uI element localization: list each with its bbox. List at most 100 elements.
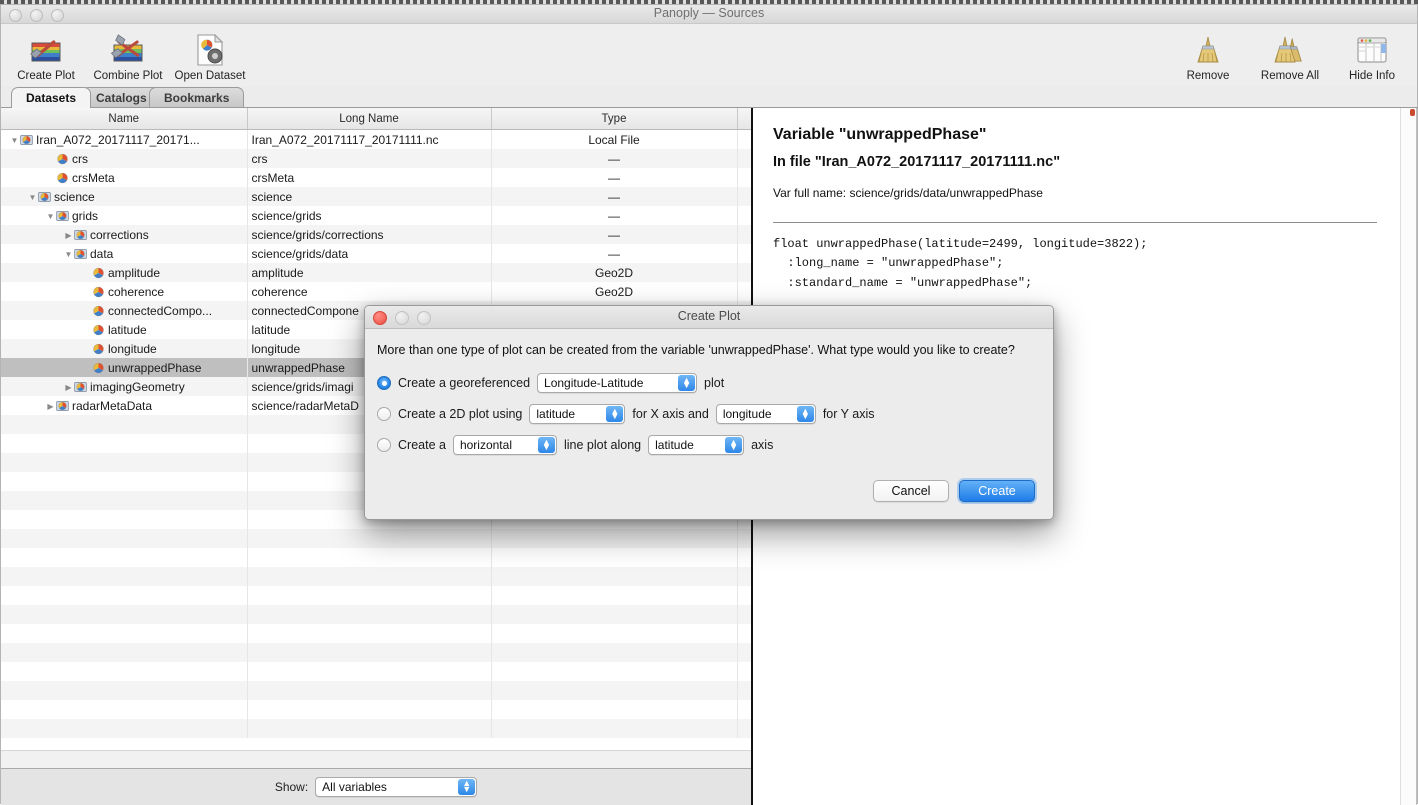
remove-all-button[interactable]: Remove All	[1249, 28, 1331, 82]
option-row-2d-plot[interactable]: Create a 2D plot using latitude ▲ ▼ for X…	[377, 404, 1039, 425]
column-header-name[interactable]: Name	[1, 108, 248, 130]
radio-2d-plot[interactable]	[377, 407, 391, 422]
disclosure-triangle-down-icon[interactable]: ▼	[45, 212, 56, 221]
column-header-type[interactable]: Type	[491, 108, 738, 130]
disclosure-triangle-down-icon[interactable]: ▼	[27, 193, 38, 202]
node-name-text: unwrappedPhase	[108, 360, 202, 375]
node-name-text: grids	[72, 208, 99, 223]
long-name-text: science/grids/data	[251, 246, 349, 261]
combine-plot-button[interactable]: Combine Plot	[87, 28, 169, 82]
table-row[interactable]: ▼ grids science/grids —	[1, 206, 751, 225]
radio-georeferenced[interactable]	[377, 376, 391, 391]
tab-datasets-label: Datasets	[26, 91, 77, 105]
cell-long-name: coherence	[247, 282, 492, 301]
table-bottom-strip	[1, 750, 751, 769]
table-row[interactable]: crs crs —	[1, 149, 751, 168]
variable-icon	[93, 324, 104, 335]
cell-long-name	[247, 548, 492, 567]
chevron-updown-icon: ▲ ▼	[458, 779, 476, 795]
table-row-empty	[1, 719, 751, 738]
variable-icon	[93, 305, 104, 316]
cell-name	[1, 529, 248, 548]
document-open-icon	[193, 32, 227, 68]
option-row-georeferenced[interactable]: Create a georeferenced Longitude-Latitud…	[377, 373, 1039, 394]
cancel-button[interactable]: Cancel	[873, 480, 949, 502]
table-row[interactable]: ▶ corrections science/grids/corrections —	[1, 225, 751, 244]
table-row[interactable]: ▼ Iran_A072_20171117_20171... Iran_A072_20…	[1, 129, 751, 149]
table-row-empty	[1, 586, 751, 605]
hide-info-label: Hide Info	[1348, 70, 1396, 82]
option-georeferenced-suffix: plot	[704, 376, 725, 391]
open-dataset-label: Open Dataset	[174, 70, 246, 82]
cell-type: Geo2D	[491, 263, 738, 282]
info-var-full-name: Var full name: science/grids/data/unwrap…	[773, 186, 1043, 200]
disclosure-triangle-right-icon[interactable]: ▶	[45, 402, 56, 411]
node-name-text: science	[54, 189, 95, 204]
table-row[interactable]: crsMeta crsMeta —	[1, 168, 751, 187]
cell-name	[1, 681, 248, 700]
create-button[interactable]: Create	[959, 480, 1035, 502]
long-name-text: science/grids	[251, 208, 322, 223]
info-cdl-text: float unwrappedPhase(latitude=2499, long…	[773, 237, 1148, 290]
cell-name	[1, 567, 248, 586]
column-header-long-name[interactable]: Long Name	[247, 108, 492, 130]
type-text: —	[608, 189, 620, 204]
select-line-axis[interactable]: latitude ▲ ▼	[648, 435, 745, 456]
cell-type	[491, 548, 738, 567]
cell-name	[1, 605, 248, 624]
tab-datasets[interactable]: Datasets	[11, 87, 92, 108]
type-text: Geo2D	[594, 284, 634, 299]
hide-info-button[interactable]: Hide Info	[1331, 28, 1413, 82]
group-icon	[56, 210, 69, 221]
radio-line-plot[interactable]	[377, 438, 391, 453]
cell-type: —	[491, 149, 738, 168]
cell-spacer	[737, 643, 751, 662]
info-scrollbar[interactable]	[1400, 108, 1416, 805]
cell-type	[491, 700, 738, 719]
cell-type	[491, 662, 738, 681]
table-row[interactable]: coherence coherence Geo2D	[1, 282, 751, 301]
cell-long-name	[247, 624, 492, 643]
disclosure-triangle-down-icon[interactable]: ▼	[9, 136, 20, 145]
remove-button[interactable]: Remove	[1167, 28, 1249, 82]
long-name-text: Iran_A072_20171117_20171111.nc	[251, 132, 439, 147]
table-row[interactable]: amplitude amplitude Geo2D	[1, 263, 751, 282]
cell-spacer	[737, 244, 751, 263]
disclosure-triangle-right-icon[interactable]: ▶	[63, 383, 74, 392]
select-georeferenced-type[interactable]: Longitude-Latitude ▲ ▼	[537, 373, 698, 394]
cell-long-name	[247, 681, 492, 700]
disclosure-triangle-down-icon[interactable]: ▼	[63, 250, 74, 259]
option-line-mid: line plot along	[563, 438, 642, 453]
cell-spacer	[737, 225, 751, 244]
window-panel-icon	[1355, 32, 1389, 68]
disclosure-triangle-right-icon[interactable]: ▶	[63, 231, 74, 240]
type-text: —	[608, 227, 620, 242]
option-row-line-plot[interactable]: Create a horizontal ▲ ▼ line plot along l…	[377, 435, 1039, 456]
node-name-text: crs	[72, 151, 88, 166]
toolbar-left-group: Create Plot Combine Plot Open Dataset	[5, 28, 251, 82]
select-2d-x-axis[interactable]: latitude ▲ ▼	[529, 404, 626, 425]
node-name-text: crsMeta	[72, 170, 115, 185]
create-plot-button[interactable]: Create Plot	[5, 28, 87, 82]
select-2d-y-axis[interactable]: longitude ▲ ▼	[715, 404, 816, 425]
type-text: —	[608, 208, 620, 223]
table-row[interactable]: ▼ science science —	[1, 187, 751, 206]
type-text: —	[608, 246, 620, 261]
long-name-text: latitude	[251, 322, 291, 337]
chevron-updown-icon: ▲ ▼	[606, 406, 624, 423]
tab-bar: Datasets Catalogs Bookmarks	[1, 85, 1418, 109]
cell-spacer	[737, 168, 751, 187]
cell-spacer	[737, 529, 751, 548]
window-title: Panoply — Sources	[653, 6, 765, 20]
open-dataset-button[interactable]: Open Dataset	[169, 28, 251, 82]
tab-bookmarks[interactable]: Bookmarks	[149, 87, 245, 108]
cell-type	[491, 719, 738, 738]
cell-type	[491, 567, 738, 586]
table-row[interactable]: ▼ data science/grids/data —	[1, 244, 751, 263]
option-2d-suffix: for Y axis	[822, 407, 875, 422]
cell-spacer	[737, 681, 751, 700]
show-filter-select[interactable]: All variables ▲ ▼	[315, 777, 478, 797]
window-titlebar: Panoply — Sources	[1, 5, 1417, 24]
node-name-text: latitude	[108, 322, 147, 337]
select-line-orientation[interactable]: horizontal ▲ ▼	[452, 435, 557, 456]
